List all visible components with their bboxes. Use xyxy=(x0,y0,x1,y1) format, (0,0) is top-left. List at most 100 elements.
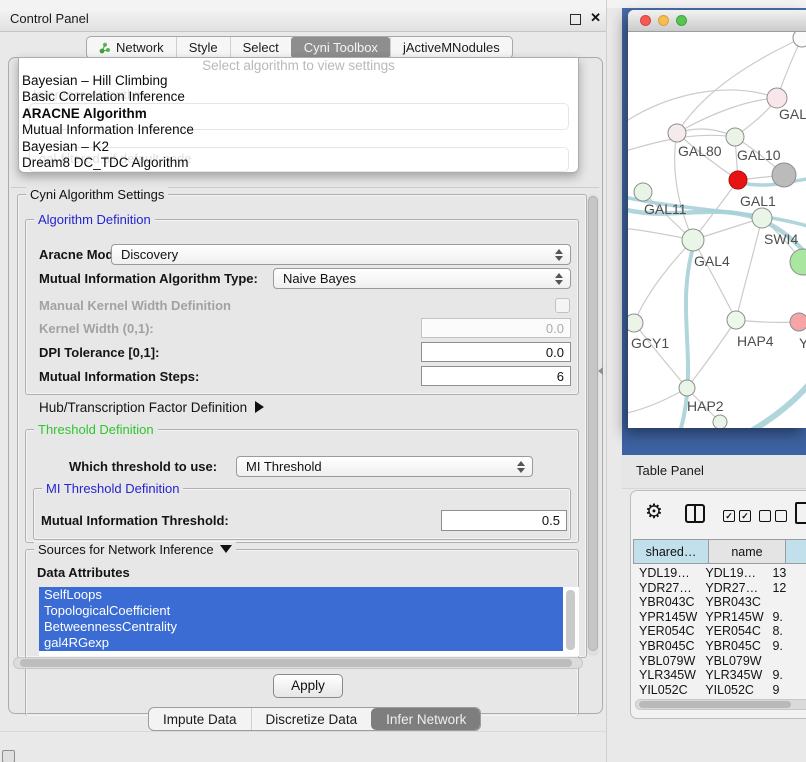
network-node-gal11[interactable] xyxy=(634,183,652,201)
table-panel-title: Table Panel xyxy=(636,463,704,478)
column-header-a[interactable]: A xyxy=(786,539,806,564)
unchecked-box-icon xyxy=(775,510,787,522)
tab-network[interactable]: Network xyxy=(87,37,176,58)
combo-arrows-icon xyxy=(554,272,562,286)
mi-type-combo[interactable]: Naive Bayes xyxy=(273,268,571,289)
mi-steps-field[interactable]: 6 xyxy=(421,366,571,386)
network-node-gal[interactable] xyxy=(767,88,787,108)
data-attributes-list[interactable]: SelfLoopsTopologicalCoefficientBetweenne… xyxy=(39,587,579,656)
gear-icon[interactable]: ⚙ xyxy=(645,499,663,524)
manual-kernel-checkbox[interactable] xyxy=(555,298,570,313)
checked-box-icon: ✓ xyxy=(723,510,735,522)
table-cell: 9. xyxy=(766,610,806,625)
network-node-gcy1[interactable] xyxy=(628,314,643,332)
attribute-item-betweennesscentrality[interactable]: BetweennessCentrality xyxy=(39,619,563,635)
network-node-gal80[interactable] xyxy=(668,124,686,142)
table-row[interactable]: YBR043CYBR043C xyxy=(633,595,806,610)
panel-splitter[interactable] xyxy=(607,8,622,762)
tab-select[interactable]: Select xyxy=(230,37,291,58)
network-node-gal4[interactable] xyxy=(682,229,704,251)
tab-jactivemnodules[interactable]: jActiveMNodules xyxy=(390,37,512,58)
table-row[interactable]: YPR145WYPR145W9. xyxy=(633,610,806,625)
network-node[interactable] xyxy=(772,163,796,187)
table-cell: YDR27… xyxy=(699,581,766,596)
table-row[interactable]: YDR27…YDR27…12 xyxy=(633,581,806,596)
table-row[interactable]: YDL19…YDL19…13 xyxy=(633,566,806,581)
table-row[interactable]: YER054CYER054C8. xyxy=(633,624,806,639)
node-label-hap4: HAP4 xyxy=(737,333,774,349)
network-window[interactable]: GALGAL80GAL10GAL1GAL11SWI4GAL4GCY1HAP4YH… xyxy=(628,10,806,428)
column-header-name[interactable]: name xyxy=(709,539,786,564)
tab-impute-data[interactable]: Impute Data xyxy=(149,708,251,730)
table-scrollbar-thumb[interactable] xyxy=(639,701,791,708)
tab-infer-network[interactable]: Infer Network xyxy=(371,708,480,730)
algorithm-option-basic-correlation-inference[interactable]: Basic Correlation Inference xyxy=(19,89,578,105)
aracne-mode-combo[interactable]: Discovery xyxy=(111,244,571,265)
network-node-hap2[interactable] xyxy=(679,380,695,396)
table-row[interactable]: YLR345WYLR345W9. xyxy=(633,668,806,683)
network-node-hap4[interactable] xyxy=(727,311,745,329)
attribute-item-selfloops[interactable]: SelfLoops xyxy=(39,587,563,603)
dpi-tolerance-field[interactable]: 0.0 xyxy=(421,342,571,362)
mi-threshold-field[interactable]: 0.5 xyxy=(441,510,567,531)
network-node-y[interactable] xyxy=(790,313,806,331)
tab-discretize-data[interactable]: Discretize Data xyxy=(251,708,372,730)
network-canvas[interactable]: GALGAL80GAL10GAL1GAL11SWI4GAL4GCY1HAP4YH… xyxy=(628,32,806,428)
apply-button[interactable]: Apply xyxy=(273,674,343,698)
table-cell: 9. xyxy=(766,639,806,654)
document-icon[interactable] xyxy=(795,502,806,524)
dock-icon[interactable] xyxy=(2,750,15,762)
vertical-scrollbar[interactable] xyxy=(587,194,599,656)
table-row[interactable]: YBR045CYBR045C9. xyxy=(633,639,806,654)
network-node-swi4[interactable] xyxy=(752,208,772,228)
network-window-titlebar[interactable] xyxy=(628,10,806,32)
network-node-gal1[interactable] xyxy=(729,171,747,189)
zoom-traffic-light-icon[interactable] xyxy=(676,15,687,26)
table-row[interactable]: YIL052CYIL052C9 xyxy=(633,683,806,696)
attribute-item-topologicalcoefficient[interactable]: TopologicalCoefficient xyxy=(39,603,563,619)
table-horizontal-scrollbar[interactable] xyxy=(635,699,806,710)
algorithm-option-dream8-dc-tdc-algorithm[interactable]: Dream8 DC_TDC Algorithm xyxy=(19,155,578,171)
node-label-y: Y xyxy=(799,335,806,351)
which-threshold-combo[interactable]: MI Threshold xyxy=(236,456,533,477)
close-icon[interactable]: ✕ xyxy=(590,10,601,26)
columns-icon[interactable] xyxy=(685,504,705,523)
list-scrollbar-thumb[interactable] xyxy=(566,590,575,650)
algorithm-option-aracne-algorithm[interactable]: ARACNE Algorithm xyxy=(19,106,578,122)
close-traffic-light-icon[interactable] xyxy=(640,15,651,26)
horizontal-scrollbar[interactable] xyxy=(13,657,583,669)
network-node[interactable] xyxy=(790,249,806,275)
network-node-gal10[interactable] xyxy=(726,128,744,146)
node-label-swi4: SWI4 xyxy=(764,231,798,247)
algorithm-option-bayesian-k2[interactable]: Bayesian – K2 xyxy=(19,139,578,155)
algorithm-option-mutual-information-inference[interactable]: Mutual Information Inference xyxy=(19,122,578,138)
kernel-width-field[interactable]: 0.0 xyxy=(421,318,571,338)
table-cell: YER054C xyxy=(699,624,766,639)
table-cell: 12 xyxy=(766,581,806,596)
splitter-collapse-icon[interactable] xyxy=(598,367,603,375)
node-label-gal4: GAL4 xyxy=(694,253,730,269)
float-window-icon[interactable] xyxy=(570,14,581,25)
network-node[interactable] xyxy=(713,415,727,428)
select-all-checkboxes-icon[interactable]: ✓ ✓ xyxy=(723,510,751,522)
algorithm-option-bayesian-hill-climbing[interactable]: Bayesian – Hill Climbing xyxy=(19,73,578,89)
column-header-shared[interactable]: shared… xyxy=(633,539,709,564)
minimize-traffic-light-icon[interactable] xyxy=(658,15,669,26)
tab-cyni-toolbox[interactable]: Cyni Toolbox xyxy=(291,37,390,58)
combo-arrows-icon xyxy=(554,248,562,262)
vertical-scrollbar-thumb[interactable] xyxy=(588,196,598,651)
tab-style[interactable]: Style xyxy=(176,37,230,58)
hub-definition-toggle[interactable]: Hub/Transcription Factor Definition xyxy=(39,400,264,415)
attribute-item-gal4rgexp[interactable]: gal4RGexp xyxy=(39,635,563,651)
table-row[interactable]: YBL079WYBL079W xyxy=(633,654,806,669)
tab-label: Discretize Data xyxy=(266,712,358,727)
expand-right-icon xyxy=(255,401,264,413)
table-cell: YER054C xyxy=(633,624,699,639)
hub-definition-label: Hub/Transcription Factor Definition xyxy=(39,400,247,415)
control-panel-titlebar: Control Panel ✕ xyxy=(0,8,607,32)
deselect-all-checkboxes-icon[interactable] xyxy=(759,510,787,522)
sources-group-title[interactable]: Sources for Network Inference xyxy=(34,542,236,557)
network-node[interactable] xyxy=(793,32,806,47)
horizontal-scrollbar-thumb[interactable] xyxy=(20,659,572,667)
tab-label: Select xyxy=(243,40,279,55)
